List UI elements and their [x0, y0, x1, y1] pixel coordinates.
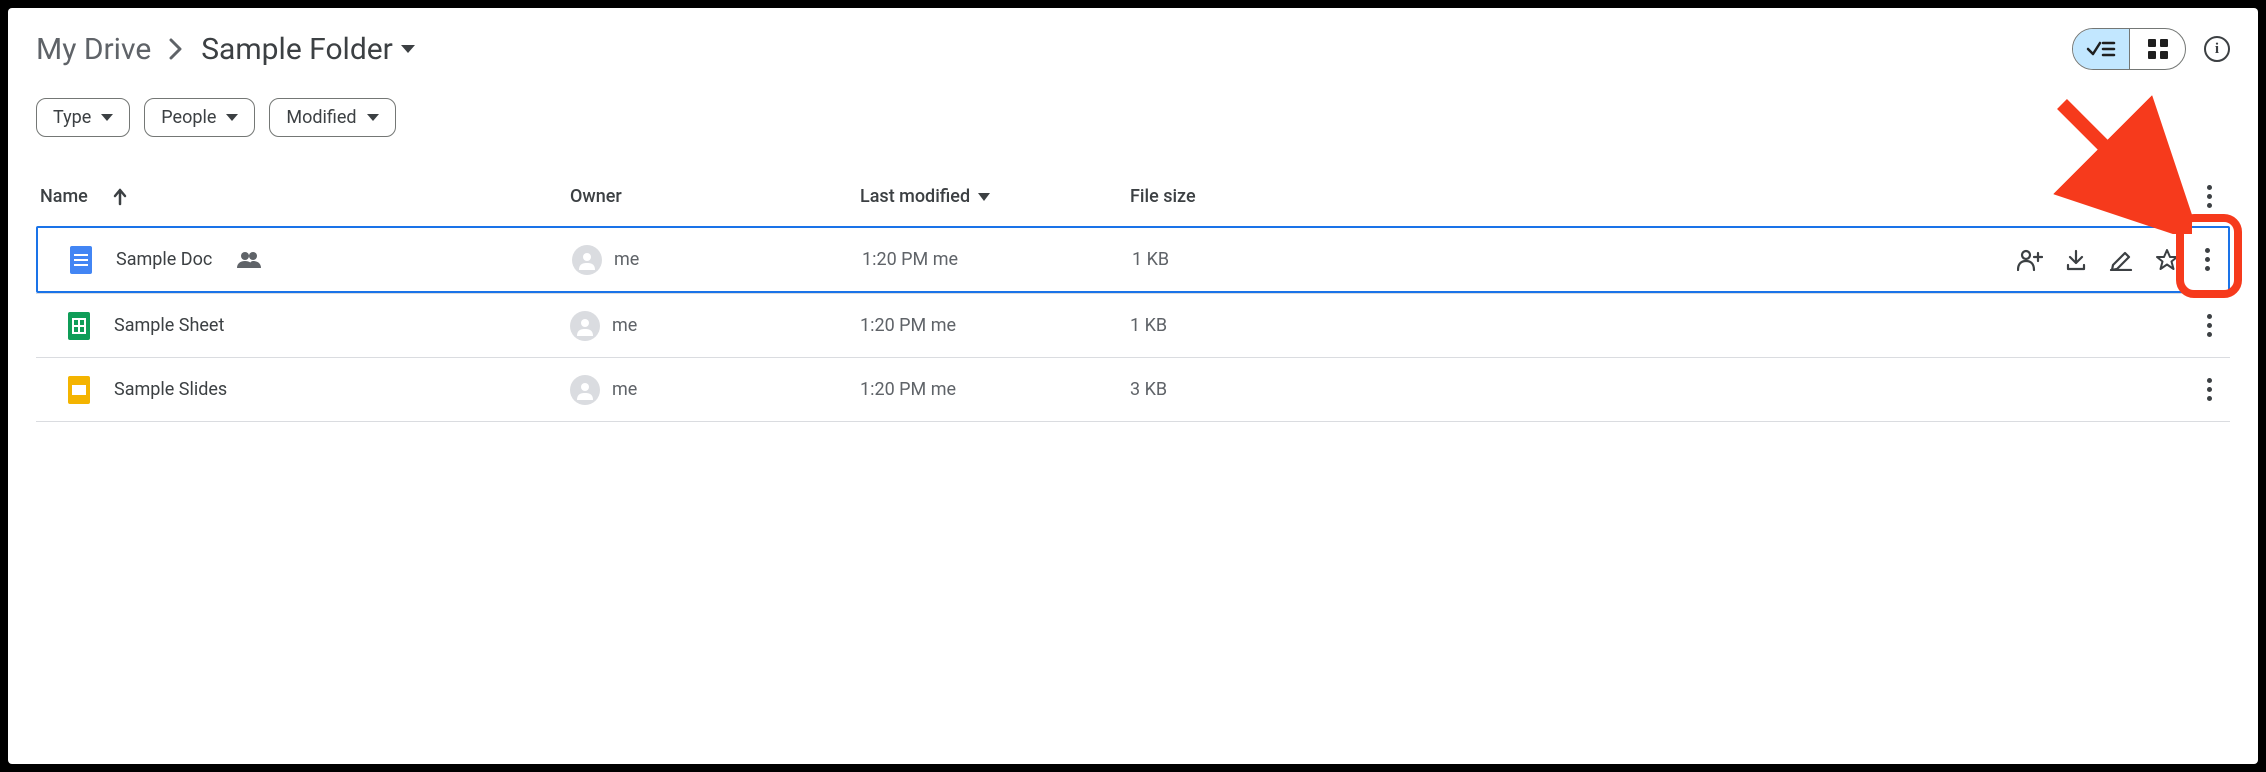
breadcrumb-current-label: Sample Folder — [201, 32, 393, 67]
filter-modified-label: Modified — [286, 107, 356, 128]
file-name-cell: Sample Sheet — [40, 312, 570, 340]
size-cell: 3 KB — [1130, 379, 1390, 400]
drive-file-list: My Drive Sample Folder — [8, 8, 2258, 764]
more-actions-button[interactable] — [2201, 244, 2214, 275]
table-row[interactable]: Sample Sheet me 1:20 PM me 1 KB — [36, 293, 2230, 357]
row-actions — [1390, 310, 2226, 341]
slides-icon — [68, 376, 90, 404]
size-cell: 1 KB — [1132, 249, 1392, 270]
file-name-cell: Sample Slides — [40, 376, 570, 404]
col-owner[interactable]: Owner — [570, 186, 860, 207]
size-cell: 1 KB — [1130, 315, 1390, 336]
col-size[interactable]: File size — [1130, 186, 1390, 207]
avatar-icon — [570, 311, 600, 341]
caret-down-icon — [978, 193, 990, 201]
breadcrumb-current[interactable]: Sample Folder — [201, 32, 415, 67]
modified-cell: 1:20 PM me — [860, 315, 1130, 336]
filter-chips: Type People Modified — [36, 98, 2230, 137]
docs-icon — [70, 246, 92, 274]
col-modified-label: Last modified — [860, 186, 970, 207]
shared-icon — [236, 251, 262, 269]
download-button[interactable] — [2065, 249, 2087, 271]
header-controls: i — [2072, 28, 2230, 70]
avatar-icon — [572, 245, 602, 275]
col-name-label: Name — [40, 186, 88, 207]
owner-label: me — [614, 249, 639, 270]
file-name: Sample Doc — [116, 249, 212, 270]
table-row[interactable]: Sample Doc me 1:20 PM me 1 KB — [36, 226, 2230, 293]
share-button[interactable] — [2017, 249, 2043, 271]
more-actions-button[interactable] — [2203, 374, 2216, 405]
col-modified[interactable]: Last modified — [860, 186, 1130, 207]
row-actions — [1390, 374, 2226, 405]
rename-button[interactable] — [2109, 249, 2133, 271]
column-settings-button[interactable] — [2203, 181, 2226, 212]
caret-down-icon — [367, 114, 379, 121]
breadcrumb: My Drive Sample Folder — [36, 32, 415, 67]
caret-down-icon — [101, 114, 113, 121]
more-actions-button[interactable] — [2203, 310, 2216, 341]
filter-people-label: People — [161, 107, 216, 128]
filter-type-label: Type — [53, 107, 91, 128]
header: My Drive Sample Folder — [36, 28, 2230, 70]
more-vert-icon — [2203, 181, 2216, 212]
owner-cell: me — [572, 245, 862, 275]
col-name[interactable]: Name — [40, 186, 570, 207]
arrow-up-icon — [112, 188, 128, 206]
breadcrumb-root[interactable]: My Drive — [36, 32, 151, 67]
row-actions — [1392, 244, 2224, 275]
modified-cell: 1:20 PM me — [860, 379, 1130, 400]
filter-modified[interactable]: Modified — [269, 98, 395, 137]
list-view-button[interactable] — [2073, 29, 2129, 69]
star-button[interactable] — [2155, 248, 2179, 272]
caret-down-icon — [401, 45, 415, 53]
filter-people[interactable]: People — [144, 98, 255, 137]
table-header: Name Owner Last modified File size — [36, 181, 2230, 226]
owner-label: me — [612, 315, 637, 336]
grid-view-button[interactable] — [2129, 29, 2185, 69]
chevron-right-icon — [169, 38, 183, 60]
owner-cell: me — [570, 311, 860, 341]
owner-cell: me — [570, 375, 860, 405]
file-name: Sample Sheet — [114, 315, 224, 336]
file-name: Sample Slides — [114, 379, 227, 400]
caret-down-icon — [226, 114, 238, 121]
owner-label: me — [612, 379, 637, 400]
sheets-icon — [68, 312, 90, 340]
file-name-cell: Sample Doc — [42, 246, 572, 274]
table-row[interactable]: Sample Slides me 1:20 PM me 3 KB — [36, 357, 2230, 422]
view-toggle — [2072, 28, 2186, 70]
info-button[interactable]: i — [2204, 36, 2230, 62]
modified-cell: 1:20 PM me — [862, 249, 1132, 270]
avatar-icon — [570, 375, 600, 405]
file-table: Name Owner Last modified File size Sam — [36, 181, 2230, 422]
filter-type[interactable]: Type — [36, 98, 130, 137]
